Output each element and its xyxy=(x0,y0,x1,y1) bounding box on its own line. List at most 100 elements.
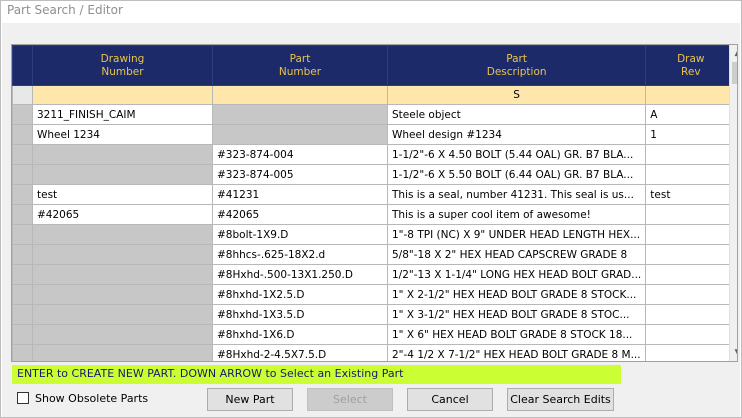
clear-search-edits-button[interactable]: Clear Search Edits xyxy=(507,388,614,411)
cell-part-number[interactable]: #8hhcs-.625-18X2.d xyxy=(212,244,388,265)
cell-draw-rev[interactable]: 1 xyxy=(645,124,737,145)
cell-draw-rev[interactable] xyxy=(645,204,737,225)
show-obsolete-label[interactable]: Show Obsolete Parts xyxy=(35,392,148,405)
cell-part-number[interactable]: #8hxhd-1X6.D xyxy=(212,324,388,345)
cell-drawing-number[interactable] xyxy=(32,284,213,305)
scroll-down-arrow-icon[interactable]: ▼ xyxy=(730,345,737,361)
cell-part-number[interactable]: #8hxhd-1X3.5.D xyxy=(212,304,388,325)
select-button[interactable]: Select xyxy=(307,388,393,411)
cell-part-description[interactable]: Wheel design #1234 xyxy=(386,124,647,145)
cell-drawing-number[interactable] xyxy=(32,324,213,345)
cell-draw-rev[interactable] xyxy=(645,244,737,265)
cell-draw-rev[interactable]: test xyxy=(645,184,737,205)
cell-part-description[interactable]: 1"-8 TPI (NC) X 9" UNDER HEAD LENGTH HEX… xyxy=(386,224,647,245)
cell-draw-rev[interactable] xyxy=(645,164,737,185)
row-selector[interactable] xyxy=(12,184,33,205)
cell-draw-rev[interactable] xyxy=(645,264,737,285)
cell-drawing-number[interactable] xyxy=(32,144,213,165)
scroll-up-arrow-icon[interactable]: ▲ xyxy=(730,45,737,61)
row-selector[interactable] xyxy=(12,284,33,305)
filter-part-number[interactable] xyxy=(212,85,388,105)
table-row[interactable]: #323-874-005 1-1/2"-6 X 5.50 BOLT (6.44 O… xyxy=(12,164,737,185)
table-row[interactable]: #8hhcs-.625-18X2.d 5/8"-18 X 2" HEX HEAD … xyxy=(12,244,737,265)
cell-draw-rev[interactable] xyxy=(645,224,737,245)
column-header-draw-rev[interactable]: Draw Rev xyxy=(645,45,737,86)
cell-drawing-number[interactable] xyxy=(32,164,213,185)
table-row[interactable]: #8Hxhd-2-4.5X7.5.D 2"-4 1/2 X 7-1/2" HEX … xyxy=(12,344,737,361)
cell-part-number[interactable]: #8bolt-1X9.D xyxy=(212,224,388,245)
table-row[interactable]: #8hxhd-1X3.5.D 1" X 3-1/2" HEX HEAD BOLT … xyxy=(12,304,737,325)
table-row[interactable]: 3211_FINISH_CAIM Steele object A xyxy=(12,104,737,125)
cell-draw-rev[interactable] xyxy=(645,284,737,305)
cell-part-description[interactable]: 1/2"-13 X 1-1/4" LONG HEX HEAD BOLT GRAD… xyxy=(386,264,647,285)
table-row[interactable]: #8Hxhd-.500-13X1.250.D 1/2"-13 X 1-1/4" L… xyxy=(12,264,737,285)
table-row[interactable]: #8hxhd-1X6.D 1" X 6" HEX HEAD BOLT GRADE … xyxy=(12,324,737,345)
table-row[interactable]: #323-874-004 1-1/2"-6 X 4.50 BOLT (5.44 O… xyxy=(12,144,737,165)
cell-part-number[interactable] xyxy=(212,104,388,125)
cell-draw-rev[interactable] xyxy=(645,324,737,345)
row-selector[interactable] xyxy=(12,144,33,165)
cell-part-number[interactable]: #8hxhd-1X2.5.D xyxy=(212,284,388,305)
cell-part-number[interactable]: #8Hxhd-.500-13X1.250.D xyxy=(212,264,388,285)
cell-drawing-number[interactable]: 3211_FINISH_CAIM xyxy=(32,104,213,125)
cell-draw-rev[interactable] xyxy=(645,344,737,361)
row-selector[interactable] xyxy=(12,164,33,185)
cell-part-description[interactable]: 1" X 2-1/2" HEX HEAD BOLT GRADE 8 STOCK.… xyxy=(386,284,647,305)
cell-part-description[interactable]: 1-1/2"-6 X 5.50 BOLT (6.44 OAL) GR. B7 B… xyxy=(386,164,647,185)
cell-part-number[interactable]: #8Hxhd-2-4.5X7.5.D xyxy=(212,344,388,361)
filter-draw-rev[interactable] xyxy=(645,85,737,105)
cell-part-description[interactable]: 1-1/2"-6 X 4.50 BOLT (5.44 OAL) GR. B7 B… xyxy=(386,144,647,165)
cell-drawing-number[interactable] xyxy=(32,344,213,361)
column-header-part-description[interactable]: Part Description xyxy=(386,45,647,86)
new-part-button[interactable]: New Part xyxy=(207,388,293,411)
header-label-line2: Number xyxy=(101,65,144,78)
scroll-thumb[interactable] xyxy=(732,62,737,84)
cancel-button[interactable]: Cancel xyxy=(407,388,493,411)
column-header-drawing-number[interactable]: Drawing Number xyxy=(32,45,213,86)
column-header-part-number[interactable]: Part Number xyxy=(212,45,388,86)
cell-part-description[interactable]: 1" X 3-1/2" HEX HEAD BOLT GRADE 8 STOC..… xyxy=(386,304,647,325)
table-row[interactable]: #42065 #42065 This is a super cool item of… xyxy=(12,204,737,225)
cell-drawing-number[interactable]: #42065 xyxy=(32,204,213,225)
cell-part-number[interactable]: #323-874-004 xyxy=(212,144,388,165)
cell-part-number[interactable]: #42065 xyxy=(212,204,388,225)
cell-part-description[interactable]: This is a super cool item of awesome! xyxy=(386,204,647,225)
row-selector[interactable] xyxy=(12,104,33,125)
cell-part-number[interactable]: #41231 xyxy=(212,184,388,205)
vertical-scrollbar[interactable]: ▲ ▼ xyxy=(729,45,737,361)
row-selector[interactable] xyxy=(12,324,33,345)
row-selector[interactable] xyxy=(12,124,33,145)
row-selector[interactable] xyxy=(12,304,33,325)
cell-part-description[interactable]: 5/8"-18 X 2" HEX HEAD CAPSCREW GRADE 8 xyxy=(386,244,647,265)
table-row[interactable]: #8bolt-1X9.D 1"-8 TPI (NC) X 9" UNDER HEA… xyxy=(12,224,737,245)
cell-draw-rev[interactable] xyxy=(645,144,737,165)
table-row[interactable]: test #41231 This is a seal, number 41231. … xyxy=(12,184,737,205)
cell-drawing-number[interactable] xyxy=(32,304,213,325)
cell-part-description[interactable]: 2"-4 1/2 X 7-1/2" HEX HEAD BOLT GRADE 8 … xyxy=(386,344,647,361)
cell-draw-rev[interactable] xyxy=(645,304,737,325)
cell-part-description[interactable]: This is a seal, number 41231. This seal … xyxy=(386,184,647,205)
cell-part-description[interactable]: Steele object xyxy=(386,104,647,125)
cell-drawing-number[interactable]: test xyxy=(32,184,213,205)
row-selector[interactable] xyxy=(12,204,33,225)
cell-part-description[interactable]: 1" X 6" HEX HEAD BOLT GRADE 8 STOCK 18..… xyxy=(386,324,647,345)
filter-drawing-number[interactable] xyxy=(32,85,213,105)
row-selector[interactable] xyxy=(12,244,33,265)
row-selector[interactable] xyxy=(12,224,33,245)
cell-drawing-number[interactable] xyxy=(32,264,213,285)
cell-draw-rev[interactable]: A xyxy=(645,104,737,125)
cell-part-number[interactable]: #323-874-005 xyxy=(212,164,388,185)
row-selector[interactable] xyxy=(12,264,33,285)
parts-table: Drawing Number Part Number Part Descript… xyxy=(12,45,737,361)
parts-grid[interactable]: Drawing Number Part Number Part Descript… xyxy=(11,44,738,362)
row-selector[interactable] xyxy=(12,344,33,361)
filter-row: S xyxy=(12,85,737,105)
filter-part-description[interactable]: S xyxy=(386,85,647,105)
table-row[interactable]: Wheel 1234 Wheel design #1234 1 xyxy=(12,124,737,145)
cell-drawing-number[interactable] xyxy=(32,244,213,265)
cell-drawing-number[interactable] xyxy=(32,224,213,245)
cell-part-number[interactable] xyxy=(212,124,388,145)
table-row[interactable]: #8hxhd-1X2.5.D 1" X 2-1/2" HEX HEAD BOLT … xyxy=(12,284,737,305)
cell-drawing-number[interactable]: Wheel 1234 xyxy=(32,124,213,145)
show-obsolete-checkbox[interactable] xyxy=(17,392,29,404)
